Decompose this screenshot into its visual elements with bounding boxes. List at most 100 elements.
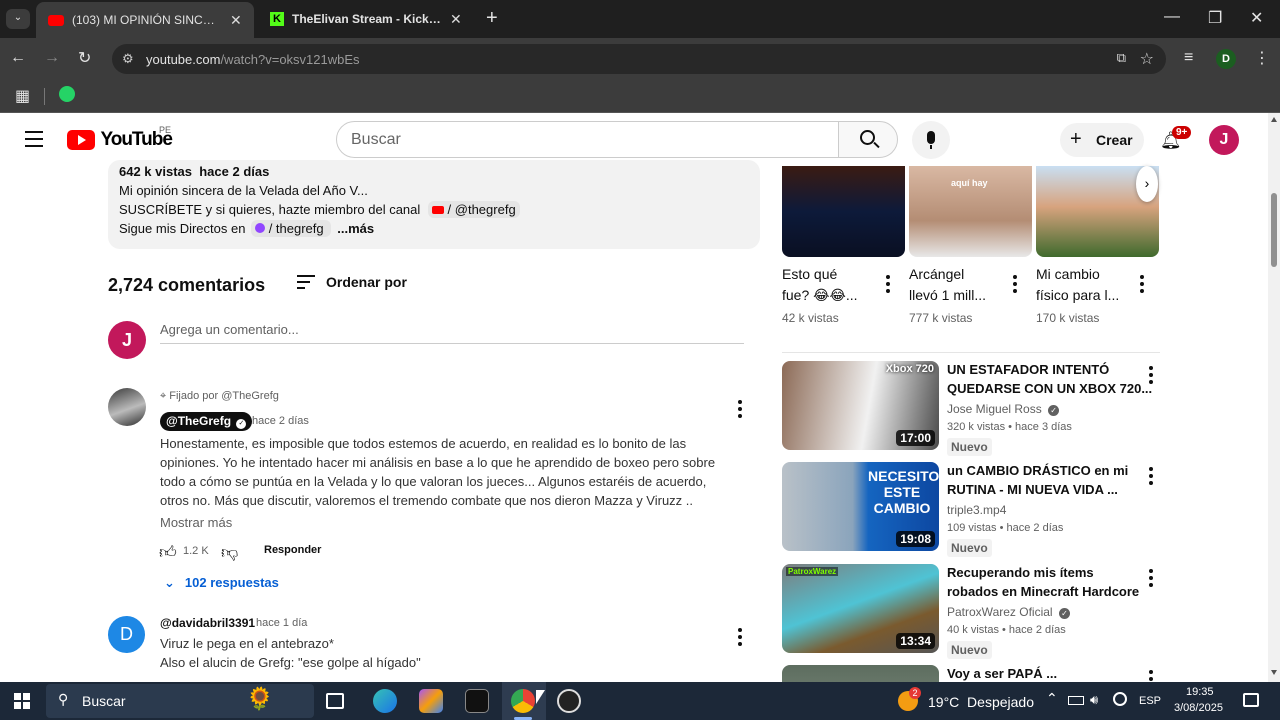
obs-icon[interactable] [557,689,581,713]
create-button[interactable]: + Crear [1060,123,1144,157]
comment-menu-icon[interactable] [738,400,742,421]
video-title-line1[interactable]: UN ESTAFADOR INTENTÓ [947,362,1109,377]
close-tab-icon[interactable]: ✕ [230,12,242,29]
minimize-icon[interactable]: — [1164,8,1180,26]
comment-time[interactable]: hace 2 días [252,415,309,427]
task-view-icon[interactable] [326,693,344,709]
tab-kick[interactable]: K TheElivan Stream - Kick Dashbo ✕ [258,4,476,34]
short-menu-icon[interactable] [1140,275,1144,296]
reload-icon[interactable]: ↻ [78,48,91,68]
author-avatar[interactable] [108,388,146,426]
tray-chevron-icon[interactable]: ⌃ [1046,690,1058,707]
weather-text[interactable]: 19°C Despejado [928,694,1034,710]
forward-icon[interactable]: → [44,49,60,67]
clock-time[interactable]: 19:35 [1186,686,1214,698]
taskbar-search-box[interactable]: ⚲ Buscar 🌻 [46,684,314,718]
channel-name[interactable]: triple3.mp4 [947,503,1006,517]
youtube-logo[interactable]: YouTube PE [67,125,173,151]
apps-grid-icon[interactable]: ▦ [15,86,30,106]
search-input[interactable]: Buscar [336,121,839,158]
video-title-line1[interactable]: Recuperando mis ítems [947,565,1094,580]
scrollbar-thumb[interactable] [1271,193,1277,267]
comment-menu-icon[interactable] [738,628,742,649]
new-tab-icon[interactable]: + [486,7,498,30]
scroll-down-arrow-icon[interactable] [1271,670,1277,675]
comment-time[interactable]: hace 1 día [256,617,307,629]
short-title-line2[interactable]: fue? 😂😂... [782,287,858,304]
channel-name[interactable]: Jose Miguel Ross ✓ [947,402,1060,416]
url-field[interactable]: ⚙ youtube.com/watch?v=oksv121wbEs ⧉ ☆ [112,44,1166,74]
video-thumbnail[interactable]: NECESITO ESTE CAMBIO 19:08 [782,462,939,551]
video-menu-icon[interactable] [1149,670,1153,682]
video-menu-icon[interactable] [1149,467,1153,488]
short-menu-icon[interactable] [886,275,890,296]
author-chip[interactable]: @TheGrefg ✓ [160,412,253,431]
shorts-next-button[interactable]: › [1136,166,1158,202]
account-avatar[interactable]: J [1209,125,1239,155]
video-title-line1[interactable]: un CAMBIO DRÁSTICO en mi [947,463,1128,478]
video-thumbnail[interactable]: Xbox 720 17:00 [782,361,939,450]
video-title-line2[interactable]: RUTINA - MI NUEVA VIDA ... [947,482,1118,497]
add-comment-input[interactable]: Agrega un comentario... [160,320,744,344]
video-description-box[interactable]: 642 k vistas hace 2 días Mi opinión sinc… [108,160,760,249]
short-title-line1[interactable]: Esto qué [782,266,837,282]
notification-center-icon[interactable] [1243,693,1259,707]
install-app-icon[interactable]: ⧉ [1117,50,1126,66]
video-item[interactable]: Xbox 720 17:00 UN ESTAFADOR INTENTÓ QUED… [782,361,1160,456]
replies-toggle[interactable]: ⌄ 102 respuestas [164,575,279,591]
video-menu-icon[interactable] [1149,366,1153,387]
short-title-line1[interactable]: Mi cambio [1036,266,1100,282]
like-icon[interactable]: 👍︎ [159,542,177,563]
video-thumbnail[interactable] [782,665,939,682]
whatsapp-bookmark-icon[interactable] [59,86,75,102]
short-thumbnail[interactable] [782,166,905,257]
maximize-icon[interactable]: ❐ [1208,8,1222,28]
video-title-line1[interactable]: Voy a ser PAPÁ ... [947,666,1057,681]
chrome-menu-icon[interactable]: ⋮ [1254,48,1270,68]
reply-button[interactable]: Responder [264,544,321,556]
battery-icon[interactable] [1068,696,1084,705]
voice-search-button[interactable] [912,121,950,159]
show-more-link[interactable]: Mostrar más [160,515,232,530]
site-info-icon[interactable]: ⚙ [122,51,134,67]
clock-date[interactable]: 3/08/2025 [1174,702,1223,714]
back-icon[interactable]: ← [10,49,26,67]
windows-start-icon[interactable] [14,693,30,709]
search-button[interactable] [838,121,898,158]
video-menu-icon[interactable] [1149,569,1153,590]
short-thumbnail[interactable]: aquí hay [909,166,1032,257]
author-name[interactable]: @davidabril3391 [160,616,255,630]
video-title-line2[interactable]: robados en Minecraft Hardcore [947,584,1139,599]
tab-search-chevron-icon[interactable]: ⌄ [6,9,30,29]
volume-icon[interactable]: 🔊︎ [1090,692,1098,708]
channel-name[interactable]: PatroxWarez Oficial ✓ [947,605,1070,619]
chrome-icon[interactable] [511,689,535,713]
hamburger-menu-icon[interactable] [25,131,43,147]
video-title-line2[interactable]: QUEDARSE CON UN XBOX 720... [947,381,1152,396]
notifications-button[interactable]: 🔔︎ 9+ [1156,126,1192,153]
tab-youtube[interactable]: (103) MI OPINIÓN SINCERA DE ✕ [36,2,254,38]
video-item[interactable]: PatroxWarez 13:34 Recuperando mis ítems … [782,564,1160,659]
short-menu-icon[interactable] [1013,275,1017,296]
short-title-line2[interactable]: físico para l... [1036,287,1119,303]
short-title-line2[interactable]: llevó 1 mill... [909,287,986,303]
short-title-line1[interactable]: Arcángel [909,266,964,282]
video-item[interactable]: Voy a ser PAPÁ ... [782,665,1160,682]
network-icon[interactable] [1113,692,1127,706]
channel-link[interactable]: / @thegrefg [427,201,520,218]
twitch-link[interactable]: / thegrefg [251,220,332,237]
profile-avatar[interactable]: D [1216,49,1236,69]
page-scrollbar[interactable] [1268,113,1280,683]
bookmark-star-icon[interactable]: ☆ [1140,49,1154,69]
dislike-icon[interactable]: 👎︎ [221,542,238,563]
video-thumbnail[interactable]: PatroxWarez 13:34 [782,564,939,653]
video-item[interactable]: NECESITO ESTE CAMBIO 19:08 un CAMBIO DRÁ… [782,462,1160,557]
close-tab-icon[interactable]: ✕ [450,11,462,28]
close-window-icon[interactable]: ✕ [1250,8,1263,28]
language-indicator[interactable]: ESP [1139,695,1161,707]
description-more-link[interactable]: ...más [337,221,374,236]
terminal-icon[interactable] [465,689,489,713]
scroll-up-arrow-icon[interactable] [1271,117,1277,122]
copilot-icon[interactable] [419,689,443,713]
media-playlist-icon[interactable]: ≡ [1184,49,1193,67]
